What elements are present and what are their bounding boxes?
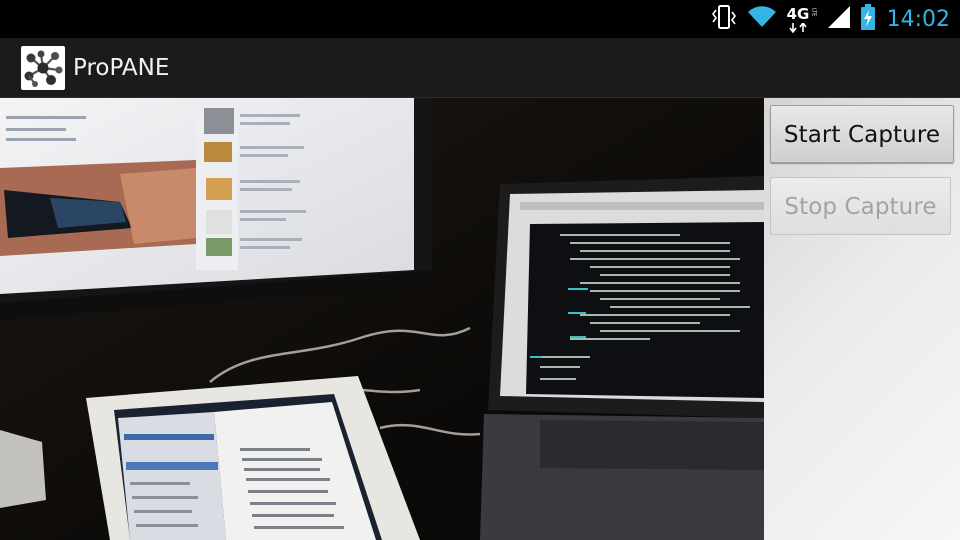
molecule-icon[interactable] — [21, 46, 65, 90]
control-panel: Start Capture Stop Capture — [764, 98, 960, 540]
battery-charging-icon — [860, 4, 875, 34]
wifi-icon — [747, 5, 777, 33]
monitor — [0, 98, 432, 320]
status-icons: 4G LTE 14:02 — [711, 0, 960, 38]
camera-preview — [0, 98, 764, 540]
app-title: ProPANE — [73, 55, 170, 81]
status-bar: 4G LTE 14:02 — [0, 0, 960, 38]
stop-capture-button[interactable]: Stop Capture — [770, 177, 951, 235]
laptop — [480, 176, 764, 540]
network-type-icon: 4G LTE — [786, 5, 817, 33]
action-bar: ProPANE — [0, 38, 960, 98]
vibrate-icon — [711, 5, 737, 33]
start-capture-button[interactable]: Start Capture — [770, 105, 954, 163]
status-clock: 14:02 — [886, 6, 950, 32]
network-label: 4G — [786, 5, 810, 23]
signal-icon — [827, 5, 851, 33]
network-sub-label: LTE — [810, 8, 817, 17]
